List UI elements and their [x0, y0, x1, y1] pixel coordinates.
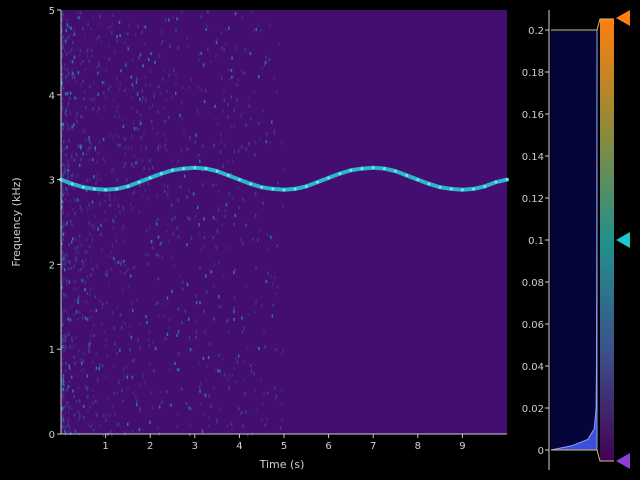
spectrogram-figure: 1 2 3 4 5 6 7 8 9 0 1 2 3 4 5 Time (s) Frequency (kHz…: [10, 6, 630, 471]
plot-area[interactable]: [61, 10, 507, 434]
hist-tick-label: 0.06: [522, 320, 544, 331]
tone-point: [81, 185, 85, 189]
tone-point: [282, 188, 286, 192]
tone-point: [449, 187, 453, 191]
hist-tick-label: 0.2: [528, 26, 544, 37]
histogram-background: [551, 30, 597, 450]
tone-point: [427, 182, 431, 186]
tone-point: [438, 185, 442, 189]
tone-point: [193, 166, 197, 170]
hist-tick-label: 0.1: [528, 236, 544, 247]
tone-point: [182, 167, 186, 170]
tone-point: [70, 182, 74, 186]
max-level-handle[interactable]: [616, 10, 630, 26]
histogram-axis-ticks: 0 0.02 0.04 0.06 0.08 0.1 0.12 0.14 0.16 0.18 0.2: [522, 26, 549, 457]
tone-point: [137, 180, 141, 184]
tone-point: [104, 188, 107, 192]
x-tick-label: 5: [281, 441, 287, 452]
x-axis-ticks: 1 2 3 4 5 6 7 8 9: [102, 434, 466, 452]
x-tick-label: 4: [236, 441, 242, 452]
tone-point: [260, 185, 264, 189]
tone-point: [327, 176, 330, 180]
y-tick-label: 5: [49, 6, 55, 17]
mid-level-handle[interactable]: [616, 232, 630, 248]
tone-point: [483, 184, 487, 188]
tone-point: [382, 167, 386, 170]
tone-point: [238, 178, 241, 182]
tone-point: [304, 184, 308, 188]
hist-tick-label: 0: [538, 446, 544, 457]
x-tick-label: 8: [415, 441, 421, 452]
x-tick-label: 9: [459, 441, 465, 452]
y-tick-label: 2: [49, 260, 55, 271]
tone-segment: [493, 177, 509, 185]
y-tick-label: 3: [49, 176, 55, 187]
tone-point: [405, 173, 409, 177]
hist-tick-label: 0.04: [522, 362, 544, 373]
tone-point: [394, 169, 397, 173]
tone-point: [171, 168, 174, 172]
tone-point: [472, 187, 475, 191]
x-tick-label: 2: [147, 441, 153, 452]
tone-point: [93, 187, 96, 191]
tone-point: [126, 184, 130, 188]
tone-point: [416, 178, 420, 182]
tone-point: [249, 182, 252, 186]
tone-point: [204, 167, 208, 170]
hist-tick-label: 0.08: [522, 278, 544, 289]
tone-point: [316, 180, 319, 184]
x-tick-label: 6: [325, 441, 331, 452]
hist-tick-label: 0.14: [522, 152, 544, 163]
hist-tick-label: 0.18: [522, 68, 544, 79]
tone-point: [226, 173, 230, 177]
x-tick-label: 3: [192, 441, 198, 452]
y-tick-label: 1: [49, 345, 55, 356]
y-tick-label: 4: [49, 91, 55, 102]
hist-tick-label: 0.02: [522, 404, 544, 415]
min-level-handle[interactable]: [616, 453, 630, 469]
tone-point: [148, 176, 152, 180]
tone-point: [349, 168, 353, 172]
spectrogram-plot[interactable]: [59, 10, 509, 437]
tone-point: [360, 167, 364, 170]
tone-point: [371, 166, 375, 170]
tone-point: [215, 169, 219, 173]
y-tick-label: 0: [49, 430, 55, 441]
hist-tick-label: 0.16: [522, 110, 544, 121]
tone-point: [494, 180, 498, 184]
tone-point: [338, 172, 342, 176]
x-axis-title: Time (s): [259, 458, 305, 471]
tone-point: [505, 178, 509, 182]
histogram-panel[interactable]: [548, 10, 630, 470]
tone-point: [293, 187, 297, 191]
x-tick-label: 1: [102, 441, 108, 452]
colorbar[interactable]: [600, 19, 614, 461]
x-tick-label: 7: [370, 441, 376, 452]
y-axis-ticks: 0 1 2 3 4 5: [49, 6, 61, 441]
hist-tick-label: 0.12: [522, 194, 544, 205]
tone-point: [115, 187, 119, 191]
y-axis-title: Frequency (kHz): [10, 177, 23, 266]
tone-point: [159, 172, 163, 176]
tone-point: [461, 188, 464, 192]
tone-point: [271, 187, 275, 191]
